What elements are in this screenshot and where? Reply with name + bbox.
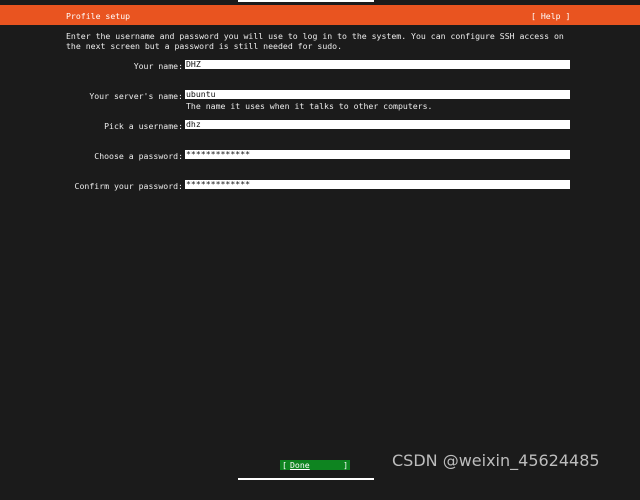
help-button[interactable]: [ Help ] [531, 11, 570, 21]
username-label: Pick a username: [104, 121, 183, 131]
done-button[interactable]: [ Done ] [280, 460, 350, 470]
done-right-bracket: ] [343, 460, 348, 470]
server-name-field[interactable] [185, 90, 570, 99]
your-name-field[interactable] [185, 60, 570, 69]
your-name-label: Your name: [133, 61, 183, 71]
username-field[interactable] [185, 120, 570, 129]
password-label: Choose a password: [94, 151, 183, 161]
confirm-password-field[interactable] [185, 180, 570, 189]
done-left-bracket: [ [282, 460, 287, 470]
server-name-help-text: The name it uses when it talks to other … [186, 101, 433, 111]
confirm-password-label: Confirm your password: [74, 181, 183, 191]
intro-text: Enter the username and password you will… [66, 31, 564, 51]
page-title: Profile setup [66, 11, 131, 21]
watermark: CSDN @weixin_45624485 [392, 451, 600, 470]
server-name-label: Your server's name: [89, 91, 183, 101]
password-field[interactable] [185, 150, 570, 159]
header-bar: Profile setup [ Help ] [0, 5, 640, 25]
done-label: Done [290, 460, 310, 470]
top-window-strip [238, 0, 374, 2]
